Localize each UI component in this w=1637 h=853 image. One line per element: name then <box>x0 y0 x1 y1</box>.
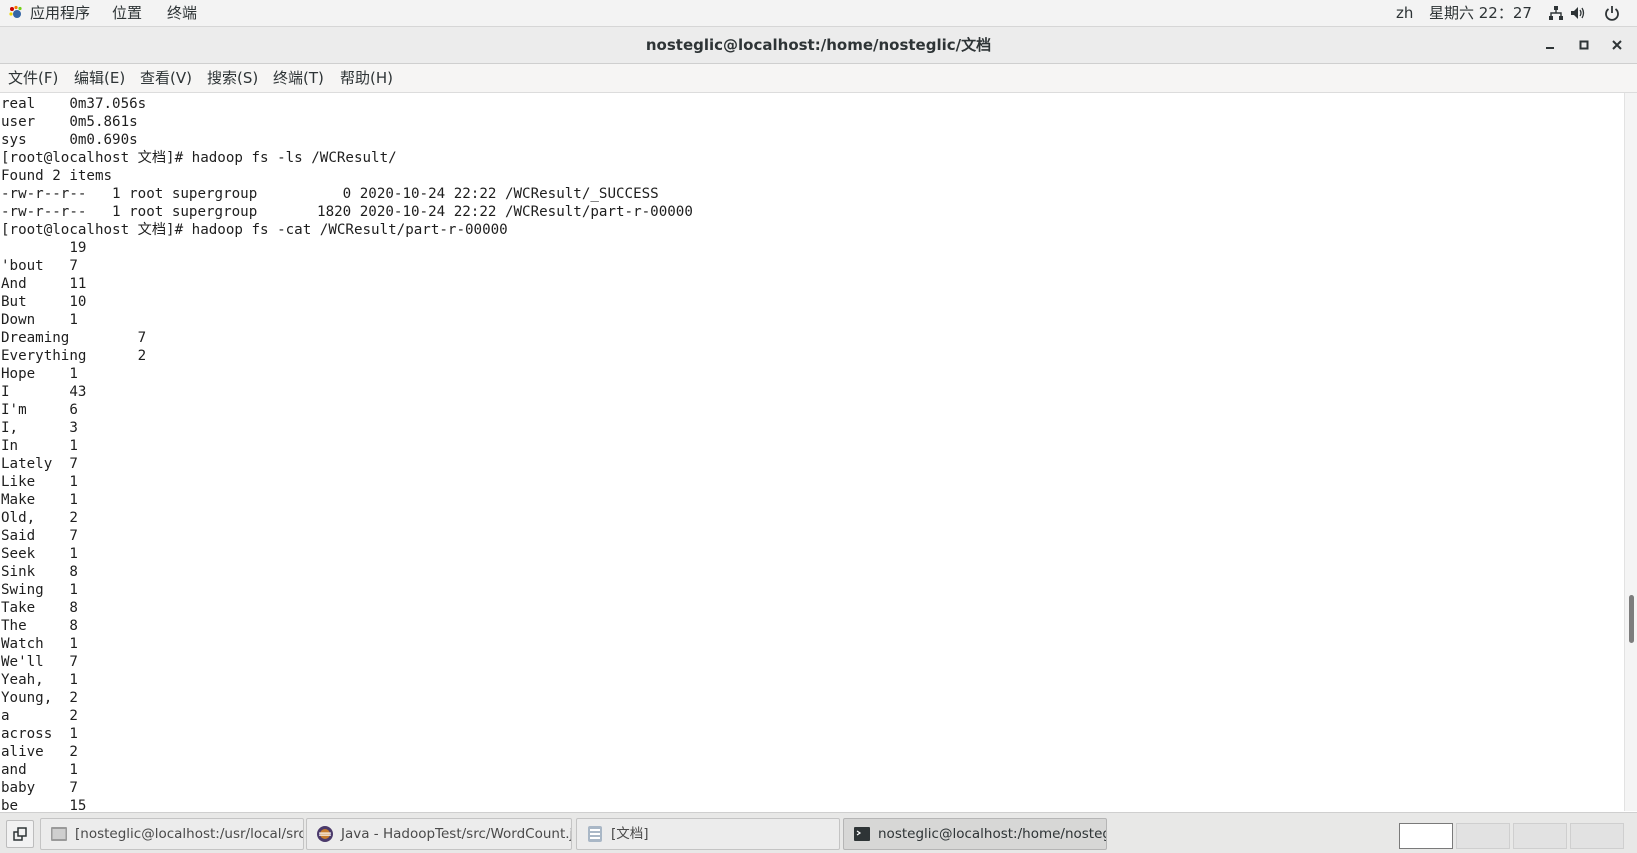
terminal-line: I, 3 <box>1 420 78 436</box>
terminal-line: In 1 <box>1 438 78 454</box>
terminal-line: But 10 <box>1 294 87 310</box>
network-icon[interactable] <box>1548 5 1564 21</box>
terminal-line: Young, 2 <box>1 690 78 706</box>
menu-view[interactable]: 查看(V) <box>140 68 192 88</box>
terminal-line: Lately 7 <box>1 456 78 472</box>
terminal-line: -rw-r--r-- 1 root supergroup 1820 2020-1… <box>1 204 693 220</box>
terminal-line: I 43 <box>1 384 87 400</box>
terminal-line: We'll 7 <box>1 654 78 670</box>
volume-icon[interactable] <box>1570 5 1586 21</box>
terminal-line: a 2 <box>1 708 78 724</box>
workspace-1[interactable] <box>1399 823 1453 849</box>
terminal-line: Everything 2 <box>1 348 147 364</box>
taskbar-item-terminal-active[interactable]: nosteglic@localhost:/home/nostegli··· <box>843 818 1107 850</box>
terminal-line: Take 8 <box>1 600 78 616</box>
terminal-line: Swing 1 <box>1 582 78 598</box>
minimize-button[interactable] <box>1541 36 1559 54</box>
taskbar-item-label: [nosteglic@localhost:/usr/local/src/··· <box>75 826 304 842</box>
terminal-text: real 0m37.056s user 0m5.861s sys 0m0.690s [… <box>1 95 693 811</box>
terminal-line: [root@localhost 文档]# hadoop fs -ls /WCRe… <box>1 150 397 166</box>
terminal-line: baby 7 <box>1 780 78 796</box>
terminal-line: Watch 1 <box>1 636 78 652</box>
menu-help[interactable]: 帮助(H) <box>340 68 393 88</box>
terminal-line: Yeah, 1 <box>1 672 78 688</box>
input-method-indicator[interactable]: zh <box>1396 3 1413 23</box>
terminal-line: -rw-r--r-- 1 root supergroup 0 2020-10-2… <box>1 186 659 202</box>
terminal-line: Found 2 items <box>1 168 113 184</box>
clock[interactable]: 星期六 22：27 <box>1429 3 1532 23</box>
terminal-line: Old, 2 <box>1 510 78 526</box>
terminal-line: Make 1 <box>1 492 78 508</box>
maximize-button[interactable] <box>1575 36 1593 54</box>
eclipse-icon <box>317 826 333 842</box>
terminal-line: Seek 1 <box>1 546 78 562</box>
terminal-line: real 0m37.056s <box>1 96 147 112</box>
terminal-line: across 1 <box>1 726 78 742</box>
close-button[interactable] <box>1608 36 1626 54</box>
gnome-foot-icon[interactable] <box>8 5 24 21</box>
terminal-line: 'bout 7 <box>1 258 78 274</box>
terminal-line: The 8 <box>1 618 78 634</box>
bottom-taskbar: [nosteglic@localhost:/usr/local/src/··· … <box>0 812 1637 853</box>
terminal-icon <box>51 827 67 841</box>
taskbar-item-file-manager[interactable]: [文档] <box>576 818 840 850</box>
terminal-line: Dreaming 7 <box>1 330 147 346</box>
top-panel: 应用程序 位置 终端 zh 星期六 22：27 <box>0 0 1637 27</box>
scrollbar-thumb[interactable] <box>1629 595 1634 643</box>
terminal-line: Hope 1 <box>1 366 78 382</box>
places-menu[interactable]: 位置 <box>112 3 142 23</box>
terminal-line: be 15 <box>1 798 87 811</box>
terminal-line: 19 <box>1 240 87 256</box>
terminal-line: alive 2 <box>1 744 78 760</box>
taskbar-item-label: [文档] <box>611 826 649 842</box>
terminal-line: Like 1 <box>1 474 78 490</box>
file-manager-icon <box>588 826 602 842</box>
terminal-line: and 1 <box>1 762 78 778</box>
show-desktop-button[interactable] <box>6 820 34 848</box>
menu-file[interactable]: 文件(F) <box>8 68 58 88</box>
terminal-line: user 0m5.861s <box>1 114 138 130</box>
window-title: nosteglic@localhost:/home/nosteglic/文档 <box>645 36 992 54</box>
menu-search[interactable]: 搜索(S) <box>207 68 258 88</box>
terminal-line: I'm 6 <box>1 402 78 418</box>
workspace-4[interactable] <box>1570 823 1624 849</box>
taskbar-item-terminal-usr[interactable]: [nosteglic@localhost:/usr/local/src/··· <box>40 818 304 850</box>
minimize-icon <box>1546 47 1554 49</box>
workspace-2[interactable] <box>1456 823 1510 849</box>
taskbar-item-label: nosteglic@localhost:/home/nostegli··· <box>878 826 1107 842</box>
terminal-icon <box>854 827 870 841</box>
workspace-3[interactable] <box>1513 823 1567 849</box>
terminal-line: And 11 <box>1 276 87 292</box>
terminal-line: [root@localhost 文档]# hadoop fs -cat /WCR… <box>1 222 508 238</box>
power-icon[interactable] <box>1604 5 1620 21</box>
taskbar-item-label: Java - HadoopTest/src/WordCount.j··· <box>341 826 572 842</box>
maximize-icon <box>1579 40 1589 50</box>
window-titlebar[interactable]: nosteglic@localhost:/home/nosteglic/文档 <box>0 27 1637 64</box>
terminal-scrollbar[interactable] <box>1624 93 1637 811</box>
show-desktop-icon <box>13 827 27 841</box>
menu-edit[interactable]: 编辑(E) <box>74 68 125 88</box>
applications-menu[interactable]: 应用程序 <box>30 3 90 23</box>
terminal-line: Said 7 <box>1 528 78 544</box>
terminal-line: sys 0m0.690s <box>1 132 138 148</box>
close-icon <box>1612 40 1622 50</box>
terminal-line: Down 1 <box>1 312 78 328</box>
terminal-app-menu[interactable]: 终端 <box>167 3 197 23</box>
taskbar-item-eclipse[interactable]: Java - HadoopTest/src/WordCount.j··· <box>306 818 572 850</box>
menu-terminal[interactable]: 终端(T) <box>273 68 324 88</box>
terminal-output[interactable]: real 0m37.056s user 0m5.861s sys 0m0.690s [… <box>0 93 1624 811</box>
terminal-line: Sink 8 <box>1 564 78 580</box>
terminal-menubar: 文件(F) 编辑(E) 查看(V) 搜索(S) 终端(T) 帮助(H) <box>0 64 1637 93</box>
